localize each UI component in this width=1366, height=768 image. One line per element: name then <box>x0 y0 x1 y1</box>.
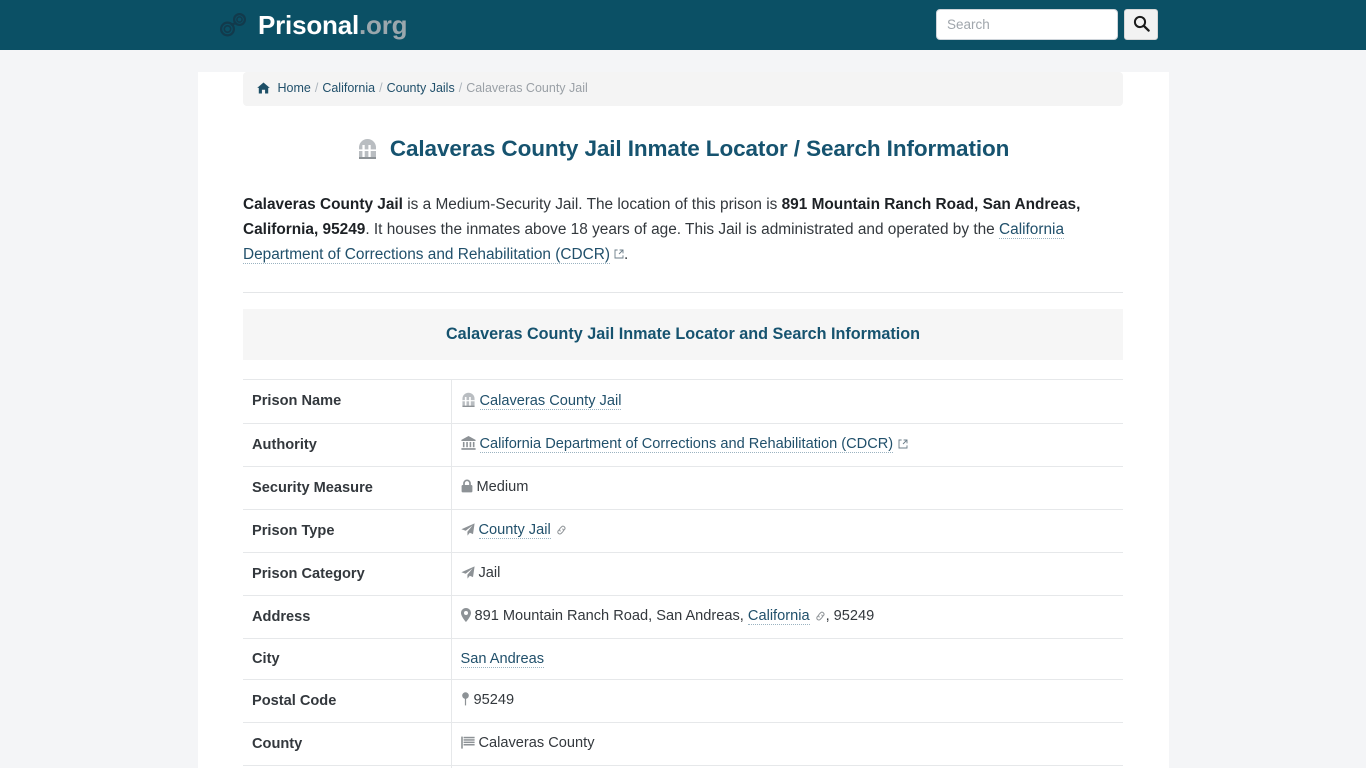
external-link-icon <box>898 437 908 453</box>
row-label: Security Measure <box>243 466 452 510</box>
row-label: Prison Type <box>243 509 452 553</box>
row-label: City <box>243 638 452 680</box>
brand-tld: .org <box>359 10 408 40</box>
paper-plane-icon <box>460 565 475 583</box>
row-value-text: 95249 <box>473 691 515 708</box>
row-value-text: 891 Mountain Ranch Road, San Andreas, <box>474 607 748 624</box>
search-icon <box>1133 15 1150 35</box>
lock-icon <box>461 479 473 497</box>
table-row: Postal Code 95249 <box>243 679 1123 723</box>
row-label: Postal Code <box>243 679 452 723</box>
intro-part-1: is a Medium-Security Jail. The location … <box>402 196 782 214</box>
table-row: City San Andreas <box>243 638 1123 680</box>
row-value: 891 Mountain Ranch Road, San Andreas, Ca… <box>451 595 1123 638</box>
row-value-text: Medium <box>476 478 529 495</box>
page-title-text: Calaveras County Jail Inmate Locator / S… <box>389 136 1010 161</box>
jail-cell-icon <box>357 139 384 164</box>
row-value: San Andreas <box>451 638 1123 679</box>
row-value-inline-link[interactable]: California <box>747 607 810 625</box>
search-input[interactable] <box>936 9 1118 40</box>
breadcrumb-home[interactable]: Home <box>277 81 310 95</box>
row-value-link[interactable]: San Andreas <box>460 650 545 668</box>
row-value: Calaveras County <box>451 722 1123 765</box>
table-row: Address 891 Mountain Ranch Road, San Andr… <box>243 595 1123 639</box>
row-label: Prison Name <box>243 379 452 424</box>
row-value: County Jail <box>451 509 1123 552</box>
breadcrumb-county-jails[interactable]: County Jails <box>387 81 455 95</box>
home-icon <box>257 82 273 97</box>
row-value: Calaveras County Jail <box>451 379 1123 423</box>
external-link-icon <box>614 246 624 263</box>
row-value: Medium <box>451 466 1123 509</box>
breadcrumb-sep-1: / <box>314 81 319 95</box>
brand-name: Prisonal.org <box>258 10 408 40</box>
paper-plane-icon <box>460 522 475 540</box>
site-logo-link[interactable]: Prisonal.org <box>218 10 408 40</box>
handcuffs-icon <box>218 12 248 38</box>
table-body: Prison Name Calaveras County Jail Authorit… <box>243 379 1123 768</box>
breadcrumb-sep-3: / <box>458 81 463 95</box>
breadcrumb: Home / California / County Jails / Calaveras C… <box>243 72 1123 106</box>
top-navbar: Prisonal.org <box>0 0 1366 50</box>
bank-icon <box>460 435 476 454</box>
table-row: Security Measure Medium <box>243 466 1123 510</box>
section-divider <box>243 291 1123 293</box>
prison-info-table: Prison Name Calaveras County Jail Authorit… <box>243 379 1123 768</box>
jail-cell-icon <box>461 392 476 411</box>
row-value: Jail <box>451 552 1123 595</box>
table-row: Prison Name Calaveras County Jail <box>243 379 1123 424</box>
flag-icon <box>460 736 475 753</box>
intro-prison-name: Calaveras County Jail <box>243 196 403 214</box>
page-title: Calaveras County Jail Inmate Locator / S… <box>243 134 1123 166</box>
table-caption: Calaveras County Jail Inmate Locator and… <box>243 308 1123 360</box>
content-container: Home / California / County Jails / Calaveras C… <box>197 72 1169 768</box>
table-row: Authority California Department of Correc… <box>243 423 1123 467</box>
intro-part-2: . It houses the inmates above 18 years o… <box>365 221 1000 239</box>
row-value-link[interactable]: California Department of Corrections and… <box>479 435 894 453</box>
chain-link-icon <box>556 523 567 539</box>
row-value-text: Calaveras County <box>478 734 595 751</box>
table-row: Prison Type County Jail <box>243 509 1123 553</box>
row-label: County <box>243 722 452 766</box>
breadcrumb-california[interactable]: California <box>322 81 375 95</box>
row-value-text: Jail <box>478 564 501 581</box>
row-label: Address <box>243 595 452 639</box>
breadcrumb-sep-2: / <box>379 81 383 95</box>
row-label: Authority <box>243 423 452 467</box>
search-button[interactable] <box>1124 9 1158 40</box>
row-value: 95249 <box>451 679 1123 722</box>
row-value-suffix: , 95249 <box>825 607 875 624</box>
row-label: Prison Category <box>243 552 452 596</box>
map-pin-icon <box>461 691 470 710</box>
search-form <box>936 9 1158 40</box>
table-row: County Calaveras County <box>243 722 1123 766</box>
row-value-link[interactable]: County Jail <box>478 521 551 539</box>
intro-paragraph: Calaveras County Jail is a Medium-Securi… <box>243 192 1123 267</box>
table-row: Prison Category Jail <box>243 552 1123 596</box>
row-value: California Department of Corrections and… <box>451 423 1123 466</box>
row-value-link[interactable]: Calaveras County Jail <box>479 392 622 410</box>
breadcrumb-current: Calaveras County Jail <box>466 81 588 95</box>
map-marker-icon <box>460 607 471 626</box>
chain-link-icon <box>815 609 826 625</box>
intro-part-3: . <box>623 246 629 264</box>
